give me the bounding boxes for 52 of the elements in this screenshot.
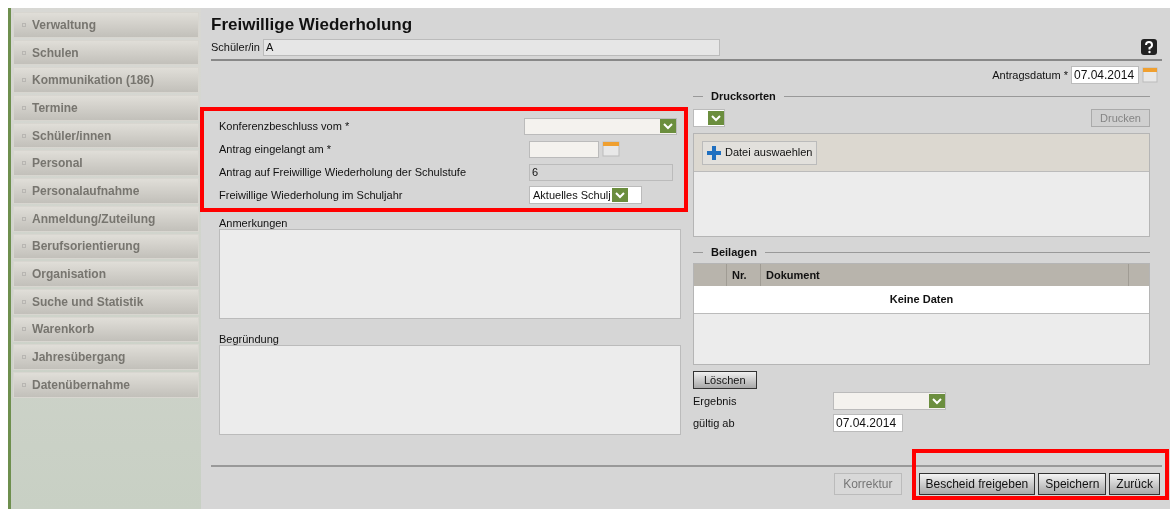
date-field[interactable] — [529, 140, 599, 158]
action-button[interactable]: Zurück — [1109, 473, 1160, 495]
remarks-textarea[interactable] — [219, 229, 681, 319]
field-label: Ergebnis — [693, 393, 738, 409]
action-button[interactable]: Speichern — [1038, 473, 1107, 495]
field-label: Antragsdatum * — [992, 67, 1068, 83]
section-title: Beilagen — [711, 244, 757, 260]
dropdown[interactable] — [693, 109, 725, 127]
date-field[interactable]: 07.04.2014 — [833, 414, 903, 432]
sidebar-item[interactable]: Schüler/innen — [13, 122, 199, 149]
field-label: Antrag eingelangt am * — [219, 141, 332, 157]
file-select-button[interactable]: Datei auswaehlen — [702, 140, 818, 165]
field-label: Antrag auf Freiwillige Wiederholung der Schulstufe — [219, 164, 468, 180]
dropdown[interactable] — [524, 117, 677, 135]
sidebar-item[interactable]: Jahresübergang — [13, 344, 199, 370]
field-label: Begründung — [219, 332, 279, 345]
chevron-down-icon — [929, 394, 945, 408]
sidebar-item[interactable]: Datenübernahme — [13, 371, 199, 398]
sidebar-item[interactable]: Personalaufnahme — [13, 178, 199, 204]
sidebar-item[interactable]: Termine — [13, 95, 199, 121]
calendar-icon[interactable] — [1142, 67, 1158, 83]
justification-textarea[interactable] — [219, 345, 681, 435]
sidebar-item[interactable]: Berufsorientierung — [13, 233, 199, 260]
sidebar-item[interactable]: Suche und Statistik — [13, 288, 199, 315]
help-icon[interactable] — [1140, 38, 1158, 56]
result-dropdown[interactable] — [833, 392, 946, 410]
chevron-down-icon — [708, 111, 724, 125]
empty-message: Keine Daten — [889, 292, 954, 308]
chevron-down-icon — [660, 119, 676, 133]
delete-button[interactable]: Löschen — [693, 371, 757, 389]
sidebar-item[interactable]: Personal — [13, 150, 199, 177]
field-label: Schüler/in — [211, 39, 260, 55]
field-label: Konferenzbeschluss vom * — [219, 118, 351, 134]
field-label: Freiwillige Wiederholung im Schuljahr — [219, 187, 404, 203]
sidebar-item[interactable]: Anmeldung/Zuteilung — [13, 205, 199, 232]
field-label: Anmerkungen — [219, 216, 288, 229]
sidebar-item[interactable]: Kommunikation (186) — [13, 67, 199, 94]
action-button[interactable]: Bescheid freigeben — [918, 473, 1036, 495]
chevron-down-icon — [611, 188, 628, 202]
field-label: gültig ab — [693, 415, 736, 431]
student-field[interactable]: A — [262, 38, 720, 56]
text-field[interactable]: 6 — [529, 163, 673, 181]
section-title: Drucksorten — [711, 88, 776, 104]
sidebar-item[interactable]: Organisation — [13, 261, 199, 287]
dropdown[interactable]: Aktuelles Schulj — [529, 186, 642, 204]
sidebar-item[interactable]: Schulen — [13, 39, 199, 66]
plus-icon — [707, 145, 721, 160]
sidebar-item[interactable]: Verwaltung — [13, 12, 199, 38]
sidebar-item[interactable]: Warenkorb — [13, 316, 199, 343]
page-title: Freiwillige Wiederholung — [211, 14, 414, 36]
date-field[interactable]: 07.04.2014 — [1071, 66, 1139, 84]
calendar-icon[interactable] — [602, 141, 620, 157]
